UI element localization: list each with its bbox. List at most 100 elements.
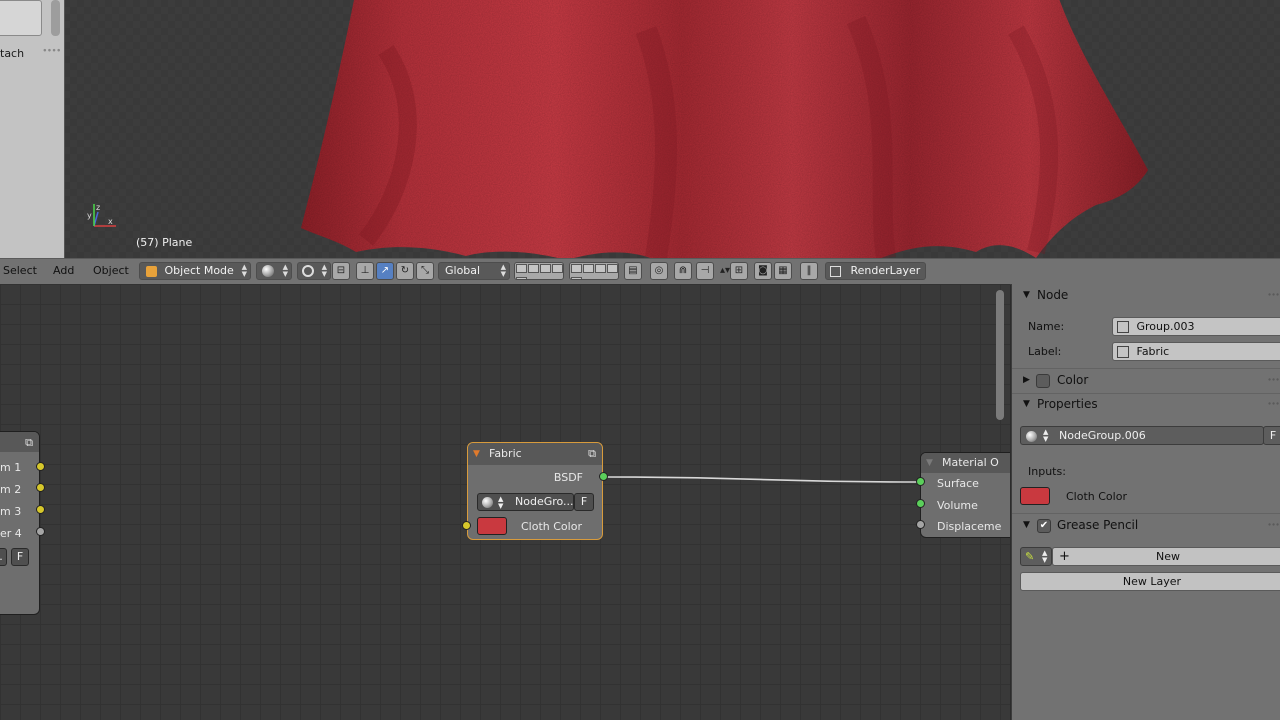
mode-selector[interactable]: Object Mode ▲ ▼ bbox=[139, 262, 251, 280]
fabric-node-group-selector[interactable]: ▲ ▼ NodeGro... bbox=[477, 493, 574, 511]
text-field-icon bbox=[1117, 321, 1129, 333]
node-group-selector[interactable]: ▲ ▼ NodeGroup.006 bbox=[1020, 426, 1264, 445]
node-editor-header: Select Add Object Object Mode ▲ ▼ ▲ ▼ ▲ ▼ ⊟… bbox=[0, 258, 1280, 285]
render-anim-icon[interactable]: ▦ bbox=[774, 262, 792, 280]
translate-manipulator-icon[interactable]: ↗ bbox=[376, 262, 394, 280]
grip-icon[interactable]: ∙∙∙ bbox=[1267, 393, 1280, 415]
menu-object[interactable]: Object bbox=[93, 264, 129, 277]
tool-shelf-label: tach bbox=[0, 47, 25, 60]
layers-block-2[interactable] bbox=[569, 262, 619, 280]
updown-icon: ▲ ▼ bbox=[321, 263, 327, 278]
pivot-icon bbox=[302, 265, 314, 277]
tool-shelf-button[interactable] bbox=[0, 0, 42, 36]
fabric-node-input-label: Cloth Color bbox=[521, 520, 582, 533]
node-panel-header[interactable]: ▼ Node ∙∙∙ bbox=[1012, 284, 1280, 306]
properties-sidebar: ▼ Node ∙∙∙ Name: Group.003 Label: Fabric… bbox=[1011, 284, 1280, 720]
material-output-node[interactable]: ▼ Material O Surface Volume Displaceme bbox=[920, 452, 1010, 538]
tool-shelf[interactable]: tach ∙∙∙∙ bbox=[0, 0, 65, 258]
orientation-label: Global bbox=[445, 264, 481, 277]
render-camera-icon[interactable]: ◙ bbox=[754, 262, 772, 280]
node-editor-canvas[interactable]: ⧉ m 1 m 2 m 3 er 4 . F ▼ Fabric ⧉ BSDF ▲… bbox=[0, 284, 1010, 720]
fake-user-button[interactable]: F bbox=[1263, 426, 1280, 445]
material-output-title: Material O bbox=[942, 456, 999, 469]
new-layer-button[interactable]: New Layer bbox=[1020, 572, 1280, 591]
node-tree-icon bbox=[482, 496, 493, 508]
node-name-field[interactable]: Group.003 bbox=[1112, 317, 1280, 336]
color-panel-title: Color bbox=[1057, 373, 1089, 387]
material-output-surface-socket[interactable] bbox=[916, 477, 925, 486]
node-name-value: Group.003 bbox=[1136, 320, 1195, 333]
render-layer-selector[interactable]: RenderLayer bbox=[825, 262, 926, 280]
color-checkbox[interactable] bbox=[1036, 374, 1050, 388]
new-grease-pencil-button[interactable]: + New bbox=[1052, 547, 1280, 566]
snap-target-icon[interactable]: ⊞ bbox=[730, 262, 748, 280]
expand-triangle-icon: ▼ bbox=[1023, 399, 1030, 409]
lock-layers-icon[interactable]: ▤ bbox=[624, 262, 642, 280]
axis-y-label: y bbox=[87, 211, 92, 220]
3d-viewport[interactable]: tach ∙∙∙∙ x z y (57) Plane bbox=[0, 0, 1280, 258]
updown-icon: ▲ ▼ bbox=[282, 263, 288, 278]
fabric-node-color-swatch[interactable] bbox=[477, 517, 507, 535]
material-output-input-volume: Volume bbox=[937, 499, 978, 512]
grip-icon[interactable]: ∙∙∙ bbox=[1267, 284, 1280, 306]
orientation-selector[interactable]: Global ▲ ▼ bbox=[438, 262, 510, 280]
fabric-node-title: Fabric bbox=[489, 447, 522, 460]
material-output-displacement-socket[interactable] bbox=[916, 520, 925, 529]
shading-selector[interactable]: ▲ ▼ bbox=[256, 262, 292, 280]
grease-pencil-panel-header[interactable]: ▼ ✔ Grease Pencil ∙∙∙ bbox=[1012, 514, 1280, 536]
pencil-icon: ✎ bbox=[1025, 550, 1035, 563]
fabric-node-header[interactable]: ▼ Fabric ⧉ bbox=[468, 443, 602, 465]
collapse-triangle-icon[interactable]: ▼ bbox=[473, 443, 480, 465]
node-group-icon[interactable]: ⧉ bbox=[588, 443, 596, 465]
proportional-edit-icon[interactable]: ⊟ bbox=[332, 262, 350, 280]
cloth-color-swatch[interactable] bbox=[1020, 487, 1050, 505]
node-editor-scrollbar[interactable] bbox=[996, 290, 1004, 420]
material-output-input-displacement: Displaceme bbox=[937, 520, 1002, 533]
node-tree-icon bbox=[1026, 430, 1037, 442]
scale-manipulator-icon[interactable]: ⤡ bbox=[416, 262, 434, 280]
updown-icon: ▲ ▼ bbox=[1042, 549, 1048, 564]
axis-gizmo-icon: x z y bbox=[87, 203, 116, 227]
menu-add[interactable]: Add bbox=[53, 264, 74, 277]
collapse-triangle-icon[interactable]: ▼ bbox=[926, 453, 933, 473]
grease-pencil-checkbox[interactable]: ✔ bbox=[1037, 519, 1051, 533]
fabric-node-bsdf-socket[interactable] bbox=[599, 472, 608, 481]
grip-icon[interactable]: ∙∙∙ bbox=[1267, 514, 1280, 536]
material-output-volume-socket[interactable] bbox=[916, 499, 925, 508]
cloth-color-label: Cloth Color bbox=[1066, 490, 1127, 503]
plus-icon: + bbox=[1059, 549, 1070, 564]
updown-icon: ▲ ▼ bbox=[241, 263, 247, 278]
render-layer-icon bbox=[830, 265, 841, 277]
menu-select[interactable]: Select bbox=[3, 264, 37, 277]
fabric-node-output-label: BSDF bbox=[553, 471, 583, 484]
collapsed-triangle-icon: ▶ bbox=[1023, 375, 1030, 385]
layers-block-1[interactable] bbox=[514, 262, 564, 280]
properties-panel-title: Properties bbox=[1037, 397, 1098, 411]
render-layer-label: RenderLayer bbox=[850, 264, 921, 277]
color-panel-header[interactable]: ▶ Color ∙∙∙ bbox=[1012, 369, 1280, 391]
proportional-falloff-icon[interactable]: ◎ bbox=[650, 262, 668, 280]
fabric-node[interactable]: ▼ Fabric ⧉ BSDF ▲ ▼ NodeGro... F Cloth Co… bbox=[467, 442, 603, 540]
rotate-manipulator-icon[interactable]: ↻ bbox=[396, 262, 414, 280]
text-field-icon bbox=[1117, 346, 1129, 358]
node-panel-title: Node bbox=[1037, 288, 1069, 302]
node-label-value: Fabric bbox=[1136, 345, 1170, 358]
mode-label: Object Mode bbox=[164, 264, 234, 277]
grip-icon[interactable]: ∙∙∙∙ bbox=[42, 46, 62, 56]
manipulator-toggle-icon[interactable]: ⊥ bbox=[356, 262, 374, 280]
properties-panel-header[interactable]: ▼ Properties ∙∙∙ bbox=[1012, 393, 1280, 415]
cloth-mesh-render bbox=[301, 0, 1148, 258]
fabric-node-fake-user-button[interactable]: F bbox=[574, 493, 594, 511]
pivot-selector[interactable]: ▲ ▼ bbox=[297, 262, 331, 280]
material-output-header[interactable]: ▼ Material O bbox=[921, 453, 1010, 473]
node-label-field[interactable]: Fabric bbox=[1112, 342, 1280, 361]
grease-pencil-data-selector[interactable]: ✎ ▲ ▼ bbox=[1020, 547, 1052, 566]
snap-toggle-icon[interactable]: ⋒ bbox=[674, 262, 692, 280]
grip-icon[interactable]: ∙∙∙ bbox=[1267, 369, 1280, 391]
axis-z-label: z bbox=[96, 203, 100, 212]
expand-triangle-icon: ▼ bbox=[1023, 290, 1030, 300]
tool-shelf-scrollbar[interactable] bbox=[51, 0, 60, 36]
snap-element-icon[interactable]: ⊣ bbox=[696, 262, 714, 280]
fabric-node-color-socket[interactable] bbox=[462, 521, 471, 530]
pause-icon[interactable]: ‖ bbox=[800, 262, 818, 280]
